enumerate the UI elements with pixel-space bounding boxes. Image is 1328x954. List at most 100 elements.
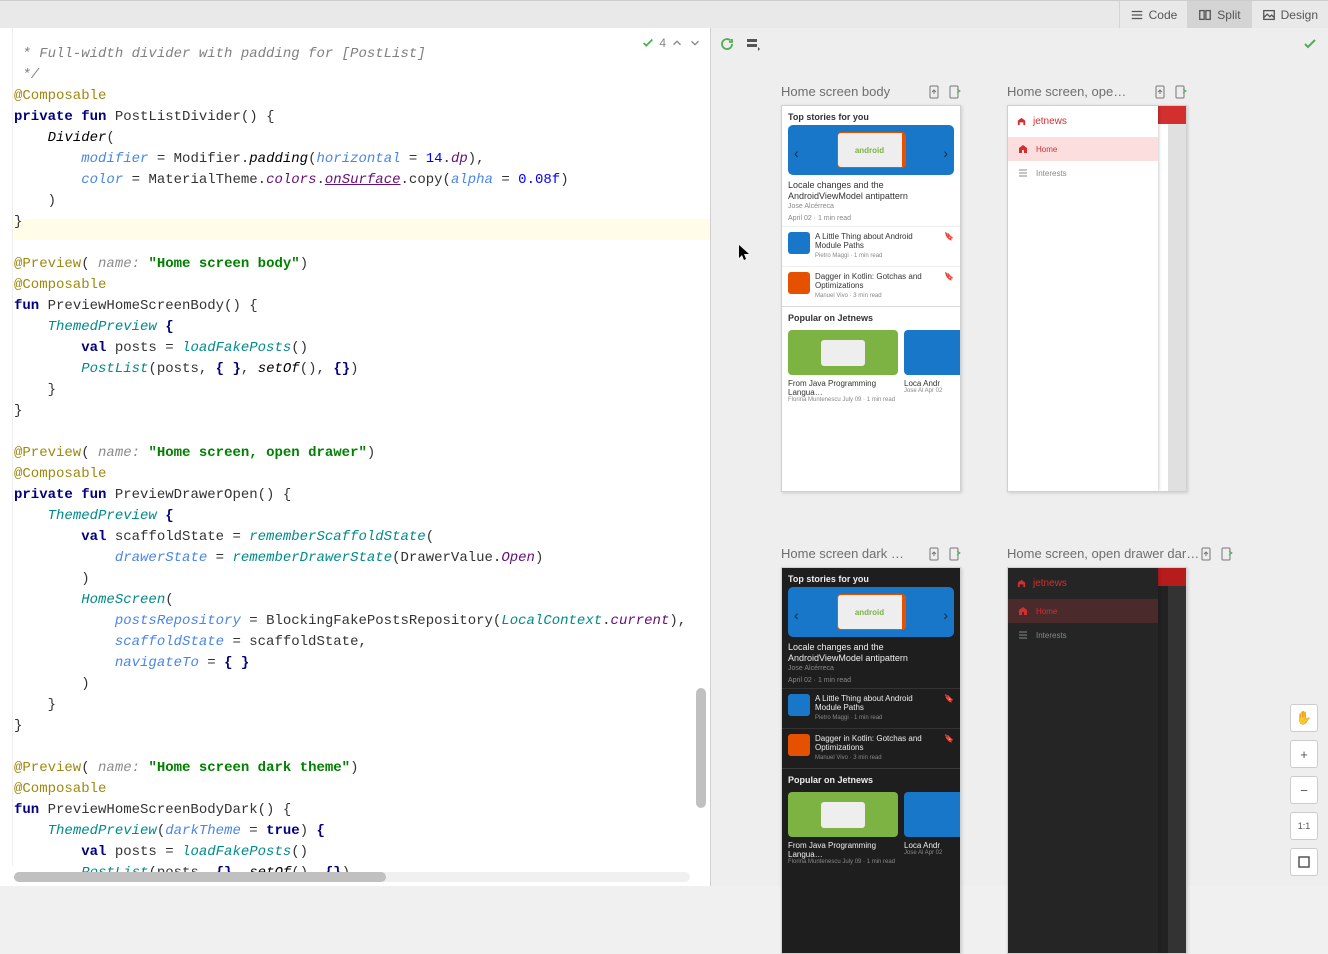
hero-title[interactable]: Locale changes and the AndroidViewModel … xyxy=(782,637,960,664)
scrim xyxy=(1168,586,1186,953)
popular-card[interactable]: Loca Andr Jose Al Apr 02 xyxy=(904,330,960,403)
drawer-brand: jetnews xyxy=(1008,106,1158,137)
drawer-brand-text: jetnews xyxy=(1033,578,1067,589)
post-row[interactable]: A Little Thing about Android Module Path… xyxy=(782,688,960,728)
deploy-icon[interactable] xyxy=(927,547,941,561)
hero-author: Jose Alcérreca xyxy=(782,664,960,676)
view-split-button[interactable]: Split xyxy=(1187,1,1250,29)
post-thumb xyxy=(788,734,810,756)
drawer-item-interests[interactable]: Interests xyxy=(1008,161,1158,185)
bookmark-icon[interactable]: 🔖 xyxy=(944,734,954,743)
post-row[interactable]: A Little Thing about Android Module Path… xyxy=(782,226,960,266)
section-header: Top stories for you xyxy=(782,568,960,587)
hand-icon: ✋ xyxy=(1296,710,1312,726)
post-title: A Little Thing about Android Module Path… xyxy=(815,232,939,250)
hero-image[interactable]: ‹ android › xyxy=(788,587,954,637)
preview-title: Home screen body xyxy=(781,84,890,99)
deploy-icon[interactable] xyxy=(1199,547,1213,561)
minus-icon: − xyxy=(1300,783,1308,798)
editor-vertical-scrollbar[interactable] xyxy=(696,68,706,866)
preview-home-body-dark: Home screen dark … Top stories for you ‹… xyxy=(781,546,961,954)
pan-button[interactable]: ✋ xyxy=(1290,704,1318,732)
plus-icon: + xyxy=(1300,747,1308,762)
post-row[interactable]: Dagger in Kotlin: Gotchas and Optimizati… xyxy=(782,728,960,768)
nav-drawer: jetnews Home Interests xyxy=(1008,106,1158,491)
bookmark-icon[interactable]: 🔖 xyxy=(944,232,954,241)
list-icon xyxy=(1018,630,1028,640)
image-icon xyxy=(1262,8,1276,22)
section-header: Popular on Jetnews xyxy=(782,306,960,326)
view-code-button[interactable]: Code xyxy=(1119,1,1188,29)
card-title: From Java Programming Langua… xyxy=(788,379,898,397)
zoom-actual-button[interactable]: 1:1 xyxy=(1290,812,1318,840)
zoom-in-button[interactable]: + xyxy=(1290,740,1318,768)
interactive-icon[interactable] xyxy=(947,85,961,99)
preview-title: Home screen dark … xyxy=(781,546,904,561)
app-bar xyxy=(1158,568,1186,586)
post-title: Dagger in Kotlin: Gotchas and Optimizati… xyxy=(815,734,939,752)
preview-title-row: Home screen dark … xyxy=(781,546,961,561)
card-meta: Florina Muntenescu July 09 · 1 min read xyxy=(788,859,898,865)
section-header: Popular on Jetnews xyxy=(782,768,960,788)
drawer-item-home[interactable]: Home xyxy=(1008,599,1158,623)
android-device-graphic: android xyxy=(837,594,906,630)
view-code-label: Code xyxy=(1149,8,1178,22)
popular-card[interactable]: Loca Andr Jose Al Apr 02 xyxy=(904,792,960,865)
drawer-item-label: Interests xyxy=(1036,631,1067,640)
view-design-button[interactable]: Design xyxy=(1251,1,1328,29)
preview-title-row: Home screen body xyxy=(781,84,961,99)
zoom-controls: ✋ + − 1:1 xyxy=(1290,704,1318,876)
zoom-out-button[interactable]: − xyxy=(1290,776,1318,804)
card-title: Loca Andr xyxy=(904,841,960,850)
drawer-item-home[interactable]: Home xyxy=(1008,137,1158,161)
android-device-graphic: android xyxy=(837,132,906,168)
fit-icon xyxy=(1297,855,1311,869)
code-content[interactable]: * Full-width divider with padding for [P… xyxy=(14,44,710,852)
preview-drawer-light: Home screen, ope… jetnews Home xyxy=(1007,84,1187,492)
editor-horizontal-scrollbar[interactable] xyxy=(14,872,690,882)
preview-drawer-dark: Home screen, open drawer dar… jetnews Ho… xyxy=(1007,546,1233,954)
card-image xyxy=(788,792,898,837)
post-meta: Manuel Vivo · 3 min read xyxy=(815,754,939,763)
popular-card[interactable]: From Java Programming Langua… Florina Mu… xyxy=(788,330,898,403)
preview-title: Home screen, ope… xyxy=(1007,84,1126,99)
view-split-label: Split xyxy=(1217,8,1240,22)
editor-gutter[interactable] xyxy=(0,28,13,866)
preview-device-dark[interactable]: Top stories for you ‹ android › Locale c… xyxy=(781,567,961,954)
chevron-right-icon: › xyxy=(943,607,948,623)
deploy-icon[interactable] xyxy=(927,85,941,99)
jetnews-logo-icon xyxy=(1016,578,1027,589)
hero-title[interactable]: Locale changes and the AndroidViewModel … xyxy=(782,175,960,202)
preview-device-drawer-dark[interactable]: jetnews Home Interests xyxy=(1007,567,1187,954)
settings-icon[interactable] xyxy=(745,36,761,52)
home-icon xyxy=(1018,144,1028,154)
scrollbar-thumb[interactable] xyxy=(696,688,706,808)
interactive-icon[interactable] xyxy=(1219,547,1233,561)
list-icon xyxy=(1018,168,1028,178)
bookmark-icon[interactable]: 🔖 xyxy=(944,694,954,703)
interactive-icon[interactable] xyxy=(1173,85,1187,99)
section-header: Top stories for you xyxy=(782,106,960,125)
chevron-left-icon: ‹ xyxy=(794,607,799,623)
popular-carousel[interactable]: From Java Programming Langua… Florina Mu… xyxy=(782,326,960,407)
preview-device-light[interactable]: Top stories for you ‹ android › Locale c… xyxy=(781,105,961,492)
code-editor[interactable]: 4 * Full-width divider with padding for … xyxy=(0,28,710,886)
popular-card[interactable]: From Java Programming Langua… Florina Mu… xyxy=(788,792,898,865)
bookmark-icon[interactable]: 🔖 xyxy=(944,272,954,281)
drawer-item-label: Home xyxy=(1036,607,1057,616)
drawer-item-interests[interactable]: Interests xyxy=(1008,623,1158,647)
scrollbar-thumb[interactable] xyxy=(14,872,386,882)
popular-carousel[interactable]: From Java Programming Langua… Florina Mu… xyxy=(782,788,960,869)
drawer-item-label: Home xyxy=(1036,145,1057,154)
deploy-icon[interactable] xyxy=(1153,85,1167,99)
hero-image[interactable]: ‹ android › xyxy=(788,125,954,175)
post-row[interactable]: Dagger in Kotlin: Gotchas and Optimizati… xyxy=(782,266,960,306)
zoom-fit-button[interactable] xyxy=(1290,848,1318,876)
refresh-icon[interactable] xyxy=(719,36,735,52)
card-title: From Java Programming Langua… xyxy=(788,841,898,859)
chevron-left-icon: ‹ xyxy=(794,145,799,161)
preview-device-drawer[interactable]: jetnews Home Interests xyxy=(1007,105,1187,492)
hero-meta: April 02 · 1 min read xyxy=(782,676,960,688)
interactive-icon[interactable] xyxy=(947,547,961,561)
split-icon xyxy=(1198,8,1212,22)
